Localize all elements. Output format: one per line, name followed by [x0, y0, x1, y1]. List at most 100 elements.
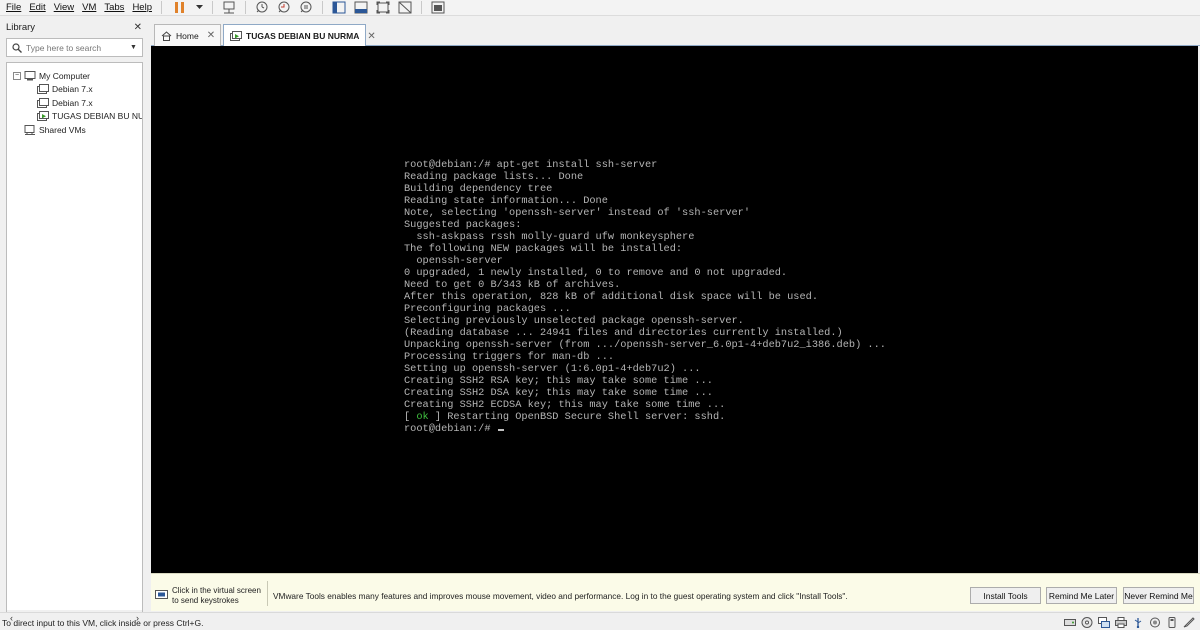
tree-item-my-computer[interactable]: − My Computer: [7, 69, 142, 83]
vm-icon: [37, 97, 49, 108]
cd-dvd-icon[interactable]: [1080, 616, 1094, 628]
usb-icon[interactable]: [1131, 616, 1145, 628]
full-screen-button[interactable]: [374, 0, 392, 15]
menu-tabs[interactable]: Tabs: [100, 2, 128, 13]
terminal-line: Note, selecting 'openssh-server' instead…: [404, 207, 751, 219]
library-title: Library: [6, 21, 36, 33]
console-view-button[interactable]: [429, 0, 447, 15]
menu-file-label: File: [6, 2, 22, 13]
computer-icon: [24, 70, 36, 81]
terminal-line: Selecting previously unselected package …: [404, 315, 744, 327]
menu-view-label: View: [53, 2, 75, 13]
tools-message: VMware Tools enables many features and i…: [273, 591, 848, 601]
terminal-line: Need to get 0 B/343 kB of archives.: [404, 279, 621, 291]
removable-device-icon[interactable]: [1165, 616, 1179, 628]
snapshot-icon: [256, 1, 268, 13]
tree-item-vm-running[interactable]: TUGAS DEBIAN BU NURMA: [7, 110, 142, 124]
tree-item-label: Shared VMs: [39, 124, 86, 135]
collapse-toggle[interactable]: −: [13, 71, 21, 80]
vm-running-icon: [37, 111, 49, 122]
close-icon[interactable]: ✕: [207, 30, 215, 41]
library-header: Library ✕: [0, 17, 147, 37]
take-snapshot-button[interactable]: [253, 0, 271, 15]
status-bar: To direct input to this VM, click inside…: [0, 612, 1200, 630]
terminal-line: Creating SSH2 ECDSA key; this may take s…: [404, 399, 726, 411]
tree-item-label: Debian 7.x: [52, 84, 93, 95]
terminal-status-line: [ ok ] Restarting OpenBSD Secure Shell s…: [404, 411, 725, 423]
pause-button[interactable]: [169, 0, 191, 15]
snapshot-manager-button[interactable]: [297, 0, 315, 15]
thumbnail-bar-button[interactable]: [352, 0, 370, 15]
terminal-line: Suggested packages:: [404, 219, 522, 231]
install-tools-button[interactable]: Install Tools: [970, 587, 1041, 604]
chevron-down-icon[interactable]: ▼: [130, 44, 137, 51]
library-view-icon: [332, 1, 346, 14]
vm-console[interactable]: root@debian:/# apt-get install ssh-serve…: [151, 46, 1198, 573]
scroll-left-icon[interactable]: ‹: [10, 613, 13, 623]
tab-vm-console[interactable]: TUGAS DEBIAN BU NURMA ✕: [223, 24, 376, 47]
menu-view[interactable]: View: [50, 2, 78, 13]
vmware-tools-notification: Click in the virtual screen to send keys…: [151, 573, 1200, 611]
toolbar-separator: [321, 1, 323, 14]
menu-file[interactable]: File: [0, 2, 25, 13]
tab-label: TUGAS DEBIAN BU NURMA: [246, 31, 360, 41]
hard-disk-icon[interactable]: [1063, 616, 1077, 628]
unity-mode-button[interactable]: [396, 0, 414, 15]
terminal-line: Unpacking openssh-server (from .../opens…: [404, 339, 886, 351]
tree-item-vm[interactable]: Debian 7.x: [7, 96, 142, 110]
pause-icon: [174, 2, 184, 13]
terminal-line: (Reading database ... 24941 files and di…: [404, 327, 843, 339]
printer-icon[interactable]: [1114, 616, 1128, 628]
terminal-line: Creating SSH2 DSA key; this may take som…: [404, 387, 713, 399]
menu-vm[interactable]: VM: [78, 2, 100, 13]
tab-home[interactable]: Home ✕: [154, 24, 221, 46]
terminal-line: Reading package lists... Done: [404, 171, 584, 183]
message-icon[interactable]: [1182, 616, 1196, 628]
close-icon[interactable]: ✕: [367, 31, 375, 42]
ok-message: ] Restarting OpenBSD Secure Shell server…: [428, 411, 726, 423]
menu-edit[interactable]: Edit: [25, 2, 49, 13]
thumbnail-bar-icon: [354, 1, 368, 14]
menu-tabs-label: Tabs: [104, 2, 125, 13]
tree-item-vm[interactable]: Debian 7.x: [7, 83, 142, 97]
library-search[interactable]: ▼: [6, 38, 143, 57]
terminal-line: Processing triggers for man-db ...: [404, 351, 615, 363]
send-ctrl-alt-del-button[interactable]: [220, 0, 238, 15]
scroll-right-icon[interactable]: ›: [136, 613, 139, 623]
snapshot-manager-icon: [300, 1, 312, 13]
terminal-line: The following NEW packages will be insta…: [404, 243, 683, 255]
menu-edit-label: Edit: [29, 2, 46, 13]
menu-bar: File Edit View VM Tabs Help: [0, 0, 1200, 16]
terminal-line: Creating SSH2 RSA key; this may take som…: [404, 375, 713, 387]
remind-me-later-button[interactable]: Remind Me Later: [1046, 587, 1117, 604]
search-input[interactable]: [26, 42, 122, 53]
chevron-down-icon: [196, 5, 204, 9]
power-dropdown-button[interactable]: [195, 0, 205, 15]
home-icon: [161, 30, 172, 41]
terminal-line: 0 upgraded, 1 newly installed, 0 to remo…: [404, 267, 788, 279]
tree-item-label: TUGAS DEBIAN BU NURMA: [52, 111, 143, 122]
menu-vm-label: VM: [82, 2, 97, 13]
menu-help-label: Help: [132, 2, 152, 13]
search-icon: [12, 42, 22, 53]
ok-status: ok: [416, 411, 429, 423]
console-view-icon: [431, 1, 445, 14]
sound-icon[interactable]: [1148, 616, 1162, 628]
tree-item-shared-vms[interactable]: Shared VMs: [7, 123, 142, 137]
toolbar-separator: [160, 1, 162, 14]
tree-item-label: Debian 7.x: [52, 97, 93, 108]
close-icon[interactable]: ✕: [134, 22, 142, 33]
show-library-button[interactable]: [330, 0, 348, 15]
status-text: To direct input to this VM, click inside…: [2, 618, 204, 628]
revert-snapshot-button[interactable]: [275, 0, 293, 15]
never-remind-me-button[interactable]: Never Remind Me: [1123, 587, 1194, 604]
terminal-prompt: root@debian:/#: [404, 423, 497, 435]
terminal-line: Building dependency tree: [404, 183, 553, 195]
full-screen-icon: [376, 1, 390, 14]
terminal-line: Reading state information... Done: [404, 195, 608, 207]
toolbar-separator: [244, 1, 246, 14]
terminal-line: openssh-server: [404, 255, 503, 267]
network-adapter-icon[interactable]: [1097, 616, 1111, 628]
menu-help[interactable]: Help: [128, 2, 156, 13]
unity-icon: [398, 1, 412, 14]
